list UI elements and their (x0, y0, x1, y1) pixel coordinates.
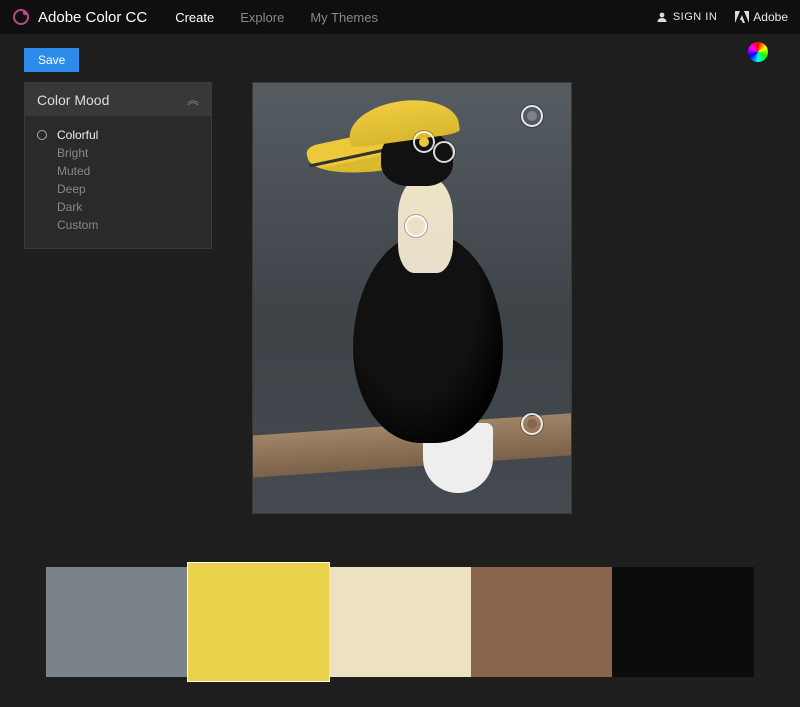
sampler-swatch-icon (411, 221, 421, 231)
user-icon (656, 11, 668, 23)
mood-custom[interactable]: Custom (37, 216, 199, 234)
adobe-logo-icon (735, 11, 749, 23)
color-mood-header[interactable]: Color Mood ︽ (25, 83, 211, 116)
swatch-3[interactable] (329, 567, 471, 677)
color-mood-panel: Color Mood ︽ Colorful Bright Muted Deep (24, 82, 212, 249)
top-bar: Adobe Color CC Create Explore My Themes … (0, 0, 800, 34)
chevron-up-icon: ︽ (187, 91, 199, 108)
swatch-4[interactable] (471, 567, 613, 677)
mood-colorful[interactable]: Colorful (37, 126, 199, 144)
mood-label: Custom (57, 218, 98, 232)
nav-explore[interactable]: Explore (240, 10, 284, 25)
mood-label: Deep (57, 182, 86, 196)
mood-label: Dark (57, 200, 82, 214)
mood-label: Colorful (57, 128, 98, 142)
adobe-brand-label: Adobe (753, 10, 788, 24)
sign-in-label: SIGN IN (673, 11, 717, 23)
nav-my-themes[interactable]: My Themes (310, 10, 378, 25)
palette-swatches (46, 567, 754, 677)
mood-dark[interactable]: Dark (37, 198, 199, 216)
swatch-1[interactable] (46, 567, 188, 677)
mood-muted[interactable]: Muted (37, 162, 199, 180)
mood-label: Muted (57, 164, 90, 178)
mood-label: Bright (57, 146, 88, 160)
save-button[interactable]: Save (24, 48, 79, 72)
app-title: Adobe Color CC (38, 9, 147, 26)
sampler-swatch-icon (419, 137, 429, 147)
source-image (252, 82, 572, 514)
mood-bright[interactable]: Bright (37, 144, 199, 162)
app-logo-icon (12, 8, 30, 26)
nav-create[interactable]: Create (175, 10, 214, 25)
color-wheel-icon[interactable] (748, 42, 768, 62)
sampler-swatch-icon (439, 147, 449, 157)
swatch-2[interactable] (188, 563, 330, 681)
sampler-swatch-icon (527, 419, 537, 429)
sampler-swatch-icon (527, 111, 537, 121)
color-sampler-3[interactable] (433, 141, 455, 163)
radio-icon (37, 130, 47, 140)
mood-deep[interactable]: Deep (37, 180, 199, 198)
adobe-brand[interactable]: Adobe (735, 10, 788, 24)
color-sampler-4[interactable] (405, 215, 427, 237)
swatch-5[interactable] (612, 567, 754, 677)
sign-in-link[interactable]: SIGN IN (656, 11, 717, 23)
color-sampler-2[interactable] (413, 131, 435, 153)
color-sampler-5[interactable] (521, 413, 543, 435)
mood-list: Colorful Bright Muted Deep Dark Custom (25, 116, 211, 248)
content-area: Save Color Mood ︽ Colorful Bright Muted (0, 34, 800, 514)
color-sampler-1[interactable] (521, 105, 543, 127)
color-mood-title: Color Mood (37, 92, 109, 108)
